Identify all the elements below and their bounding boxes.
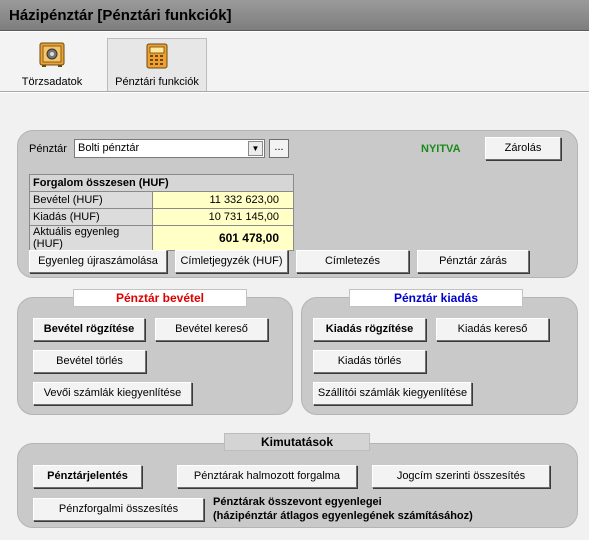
egyenleg-ujraszamolasa-button[interactable]: Egyenleg újraszámolása <box>29 250 167 273</box>
bevetel-value: 11 332 623,00 <box>152 191 294 209</box>
table-row: Aktuális egyenleg (HUF) 601 478,00 <box>29 225 294 251</box>
penztar-zaras-button[interactable]: Pénztár zárás <box>417 250 529 273</box>
penztar-select[interactable]: Bolti pénztár ▼ <box>74 139 265 158</box>
penztari-funkciok-button[interactable]: Pénztári funkciók <box>107 38 207 91</box>
kimutatasok-panel-title: Kimutatások <box>224 433 370 451</box>
kiadas-value: 10 731 145,00 <box>152 208 294 226</box>
table-row: Kiadás (HUF) 10 731 145,00 <box>29 208 294 226</box>
chevron-down-icon[interactable]: ▼ <box>248 141 263 156</box>
kiadas-rogzitese-button[interactable]: Kiadás rögzítése <box>313 318 426 341</box>
egyenleg-label: Aktuális egyenleg (HUF) <box>29 225 153 251</box>
bevetel-label: Bevétel (HUF) <box>29 191 153 209</box>
penztari-funkciok-label: Pénztári funkciók <box>115 76 199 88</box>
forgalom-table: Forgalom összesen (HUF) Bevétel (HUF) 11… <box>29 174 294 251</box>
penzforgalmi-osszesites-button[interactable]: Pénzforgalmi összesítés <box>33 498 204 521</box>
szallitoi-szamlak-button[interactable]: Szállítói számlák kiegyenlítése <box>313 382 472 405</box>
jogcim-szerinti-osszesites-button[interactable]: Jogcím szerinti összesítés <box>372 465 550 488</box>
zarolas-button[interactable]: Zárolás <box>485 137 561 160</box>
bevetel-rogzitese-button[interactable]: Bevétel rögzítése <box>33 318 145 341</box>
penztar-label: Pénztár <box>29 143 67 155</box>
kiadas-panel-title: Pénztár kiadás <box>349 289 523 307</box>
bevetel-kereso-button[interactable]: Bevétel kereső <box>155 318 268 341</box>
table-row: Bevétel (HUF) 11 332 623,00 <box>29 191 294 209</box>
cimletezes-button[interactable]: Címletezés <box>296 250 409 273</box>
safe-icon <box>39 42 65 67</box>
kiadas-kereso-button[interactable]: Kiadás kereső <box>436 318 549 341</box>
cash-register-icon <box>146 43 168 69</box>
status-badge: NYITVA <box>421 143 461 155</box>
penztar-browse-button[interactable]: ... <box>269 139 289 158</box>
torzsadatok-label: Törzsadatok <box>21 76 83 88</box>
bevetel-panel-title: Pénztár bevétel <box>73 289 247 307</box>
forgalom-header: Forgalom összesen (HUF) <box>29 174 294 192</box>
vevoi-szamlak-button[interactable]: Vevői számlák kiegyenlítése <box>33 382 192 405</box>
window-title: Házipénztár [Pénztári funkciók] <box>9 7 232 24</box>
osszevont-egyenleg-note-line1: Pénztárak összevont egyenlegei <box>213 496 382 508</box>
kiadas-label: Kiadás (HUF) <box>29 208 153 226</box>
window-titlebar: Házipénztár [Pénztári funkciók] <box>0 0 589 31</box>
osszevont-egyenleg-note-line2: (házipénztár átlagos egyenlegének számít… <box>213 510 473 522</box>
kiadas-torles-button[interactable]: Kiadás törlés <box>313 350 426 373</box>
penztarak-halmozott-forgalma-button[interactable]: Pénztárak halmozott forgalma <box>177 465 357 488</box>
cimletjegyzek-button[interactable]: Címletjegyzék (HUF) <box>175 250 288 273</box>
torzsadatok-button[interactable]: Törzsadatok <box>12 38 92 91</box>
bevetel-torles-button[interactable]: Bevétel törlés <box>33 350 146 373</box>
penztar-select-value: Bolti pénztár <box>78 142 140 154</box>
table-row: Forgalom összesen (HUF) <box>29 174 294 192</box>
penztarjelentes-button[interactable]: Pénztárjelentés <box>33 465 142 488</box>
egyenleg-value: 601 478,00 <box>152 225 294 251</box>
